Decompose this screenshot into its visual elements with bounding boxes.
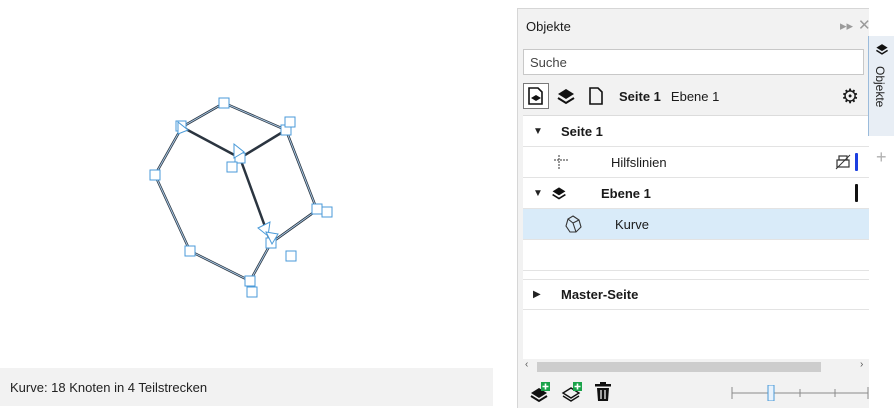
object-tree: ▼ Seite 1 Hilfslinien ▼ Ebene 1 Kurve ▶ … bbox=[523, 115, 869, 363]
page-icon bbox=[589, 87, 603, 105]
curve-shape-icon bbox=[565, 215, 582, 233]
status-text: Kurve: 18 Knoten in 4 Teilstrecken bbox=[10, 379, 208, 395]
close-icon[interactable]: ✕ bbox=[858, 16, 871, 34]
drawing-canvas[interactable]: Kurve: 18 Knoten in 4 Teilstrecken bbox=[0, 0, 510, 407]
tree-row-master-page[interactable]: ▶ Master-Seite bbox=[523, 279, 869, 310]
horizontal-scrollbar[interactable]: ‹ › bbox=[523, 359, 869, 375]
layer-color-bar[interactable] bbox=[855, 153, 858, 171]
tree-row-label: Ebene 1 bbox=[601, 185, 651, 201]
zoom-slider[interactable] bbox=[730, 385, 870, 401]
scrollbar-thumb[interactable] bbox=[537, 362, 821, 372]
current-page-label: Seite 1 bbox=[619, 88, 661, 104]
layers-icon bbox=[557, 89, 575, 105]
expand-triangle-icon[interactable]: ▼ bbox=[533, 188, 543, 199]
layer-icon bbox=[552, 187, 566, 200]
tab-objects[interactable]: Objekte bbox=[868, 36, 894, 136]
tree-row-label: Kurve bbox=[615, 216, 649, 232]
scroll-right-icon[interactable]: › bbox=[860, 359, 863, 370]
layers-button[interactable] bbox=[553, 83, 579, 109]
objects-docker: Objekte ▸▸ ✕ Seite 1 Ebene 1 ⚙ ▼ bbox=[517, 8, 871, 408]
page-button[interactable] bbox=[583, 83, 609, 109]
new-master-layer-icon[interactable] bbox=[561, 381, 583, 403]
print-disabled-icon[interactable] bbox=[835, 154, 851, 170]
tree-row-curve[interactable]: Kurve bbox=[523, 209, 869, 240]
tree-row-guidelines[interactable]: Hilfslinien bbox=[523, 147, 869, 178]
guidelines-icon bbox=[554, 155, 568, 169]
tree-row-empty bbox=[523, 240, 869, 271]
tree-row-label: Hilfslinien bbox=[611, 154, 667, 170]
side-tab-label: Objekte bbox=[873, 66, 887, 108]
plus-icon[interactable]: + bbox=[876, 147, 887, 168]
page-layers-icon bbox=[528, 87, 543, 105]
curve-shape[interactable] bbox=[0, 0, 510, 360]
new-layer-icon[interactable] bbox=[529, 381, 551, 403]
layers-icon bbox=[876, 44, 888, 55]
page-layers-button[interactable] bbox=[523, 83, 549, 109]
trash-icon[interactable] bbox=[593, 381, 613, 403]
search-input[interactable] bbox=[523, 49, 864, 75]
layer-color-bar[interactable] bbox=[855, 184, 858, 202]
panel-header: Objekte ▸▸ ✕ bbox=[518, 9, 871, 43]
scroll-left-icon[interactable]: ‹ bbox=[525, 359, 528, 370]
panel-toolbar: Seite 1 Ebene 1 ⚙ bbox=[523, 81, 869, 111]
tree-row-label: Master-Seite bbox=[561, 287, 639, 302]
expand-triangle-icon[interactable]: ▼ bbox=[533, 126, 543, 137]
panel-bottom-bar bbox=[523, 377, 869, 407]
tree-row-layer[interactable]: ▼ Ebene 1 bbox=[523, 178, 869, 209]
tree-row-label: Seite 1 bbox=[561, 123, 603, 139]
fast-forward-icon[interactable]: ▸▸ bbox=[840, 18, 853, 34]
collapse-triangle-icon[interactable]: ▶ bbox=[533, 289, 541, 300]
panel-title: Objekte bbox=[526, 18, 571, 34]
tree-row-page[interactable]: ▼ Seite 1 bbox=[523, 116, 869, 147]
status-bar: Kurve: 18 Knoten in 4 Teilstrecken bbox=[0, 368, 493, 406]
gear-icon[interactable]: ⚙ bbox=[841, 84, 859, 109]
current-layer-label: Ebene 1 bbox=[670, 88, 720, 104]
